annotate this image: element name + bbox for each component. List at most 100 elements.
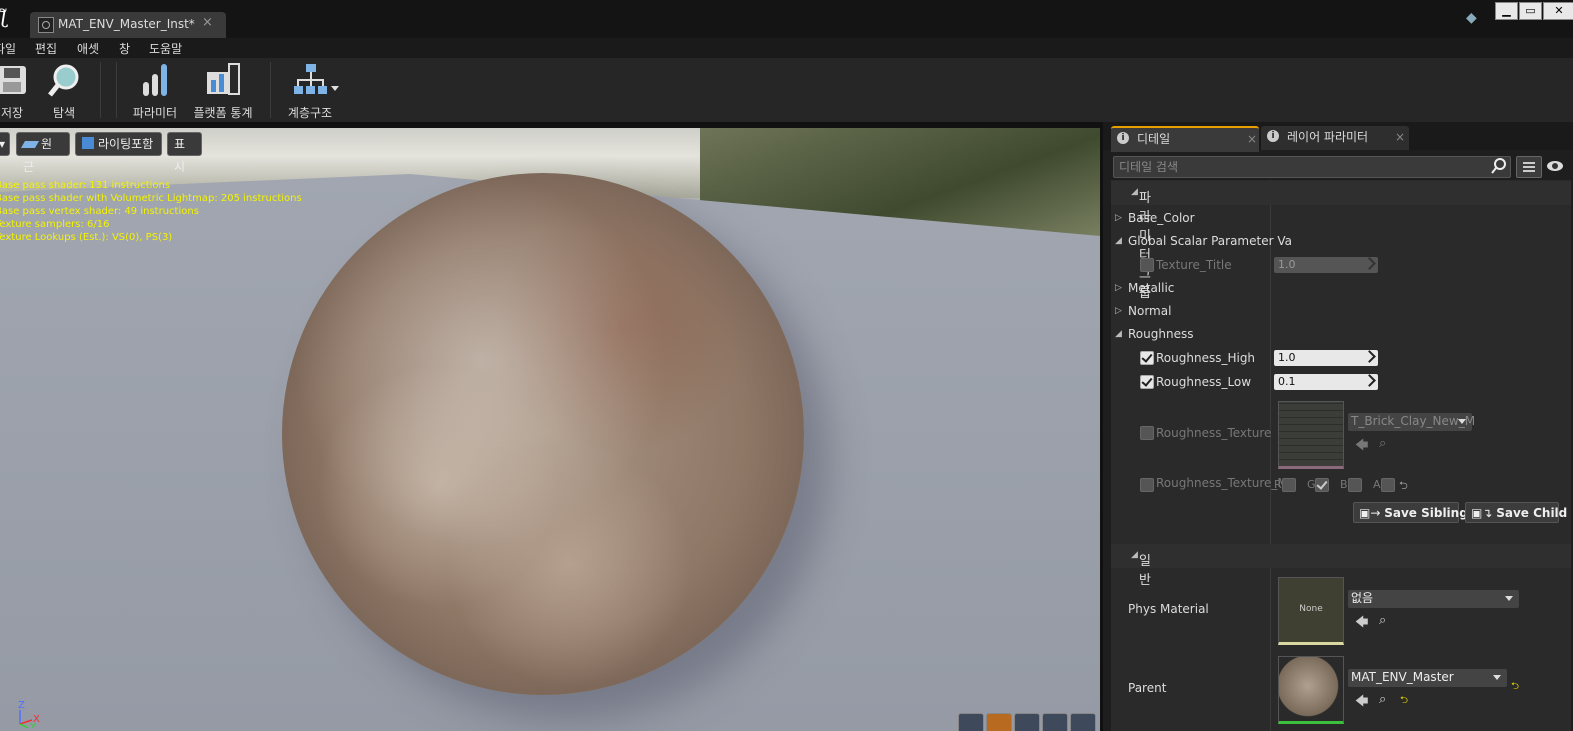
- perspective-icon: [20, 141, 40, 148]
- view-options-button[interactable]: [1516, 156, 1542, 178]
- phys-material-combo[interactable]: 없음: [1348, 590, 1519, 608]
- save-child-button[interactable]: ▣↴ Save Child: [1465, 502, 1567, 523]
- menu-window[interactable]: 창: [119, 40, 130, 57]
- panel-tabs: i 디테일 × i 레이어 파라미터 ×: [1103, 122, 1573, 152]
- eye-icon[interactable]: [1546, 160, 1564, 172]
- unreal-logo-icon: ƪ: [0, 4, 7, 28]
- roughness-high-label: Roughness_High: [1156, 351, 1256, 365]
- channel-g-checkbox[interactable]: [1315, 478, 1329, 492]
- channel-r-checkbox[interactable]: [1282, 478, 1296, 492]
- viewport-options-button[interactable]: ▾: [0, 132, 10, 156]
- browse-button[interactable]: 탐색: [44, 62, 84, 120]
- hierarchy-dropdown-icon[interactable]: [331, 86, 339, 91]
- roughness-high-value[interactable]: 1.0: [1274, 350, 1378, 366]
- tab-close-icon[interactable]: ×: [202, 15, 213, 30]
- save-label: 저장: [0, 106, 24, 120]
- group-parameter-header[interactable]: ◢ 파라미터 그룹: [1111, 181, 1571, 301]
- preview-cube-icon[interactable]: [1042, 713, 1068, 731]
- menu-edit[interactable]: 편집: [35, 40, 57, 57]
- tab-layer-parameters[interactable]: i 레이어 파라미터 ×: [1261, 126, 1409, 150]
- roughness-texture-checkbox[interactable]: [1140, 426, 1154, 440]
- roughness-label[interactable]: Roughness: [1128, 327, 1193, 341]
- preview-plane-icon[interactable]: [1014, 713, 1040, 731]
- parent-material-thumbnail[interactable]: [1278, 656, 1344, 724]
- column-divider[interactable]: [1270, 180, 1271, 731]
- channel-a-checkbox[interactable]: [1381, 478, 1395, 492]
- reset-to-default-icon[interactable]: ⮌: [1400, 693, 1408, 710]
- preview-mesh-icon[interactable]: [1070, 713, 1096, 731]
- expand-arrow-icon[interactable]: ▷: [1115, 306, 1122, 316]
- stat-line: Texture Lookups (Est.): VS(0), PS(3): [0, 232, 173, 243]
- roughness-high-checkbox[interactable]: [1140, 351, 1154, 365]
- reset-to-default-icon[interactable]: ⮌: [1511, 679, 1519, 696]
- texture-title-value-text: 1.0: [1278, 258, 1296, 271]
- maximize-button[interactable]: ▭: [1519, 2, 1542, 20]
- parameters-icon: [137, 62, 173, 98]
- show-button[interactable]: 표시: [167, 132, 202, 174]
- roughness-low-value[interactable]: 0.1: [1274, 374, 1378, 390]
- stat-line: Base pass shader: 131 instructions: [0, 180, 171, 191]
- drag-arrow-icon: [1363, 350, 1376, 363]
- save-disk-icon: ▣→: [1359, 506, 1385, 520]
- preview-sphere-icon[interactable]: [986, 713, 1012, 731]
- use-selected-arrow-icon[interactable]: 🡄: [1355, 436, 1368, 458]
- tab-details[interactable]: i 디테일 ×: [1111, 126, 1259, 152]
- parent-material-combo[interactable]: MAT_ENV_Master: [1348, 669, 1507, 687]
- show-label: 표시: [174, 137, 186, 174]
- reset-icon[interactable]: ⮌: [1399, 477, 1408, 496]
- parameters-button[interactable]: 파라미터: [130, 62, 180, 120]
- lit-cube-icon: [82, 137, 94, 149]
- global-scalar-label[interactable]: Global Scalar Parameter Va: [1128, 234, 1292, 248]
- texture-title-value[interactable]: 1.0: [1274, 257, 1378, 273]
- roughness-texture-asset-text: T_Brick_Clay_New_M: [1351, 414, 1476, 428]
- hierarchy-button[interactable]: 계층구조: [282, 62, 338, 120]
- roughness-texture-m-checkbox[interactable]: [1140, 478, 1154, 492]
- group-general-header[interactable]: ◢ 일반: [1111, 544, 1571, 588]
- perspective-button[interactable]: 원근: [16, 132, 70, 174]
- save-button[interactable]: 저장: [0, 62, 30, 120]
- roughness-low-value-text: 0.1: [1278, 375, 1296, 388]
- browse-search-icon[interactable]: ⌕: [1379, 692, 1386, 707]
- texture-title-label: Texture_Title: [1156, 258, 1232, 272]
- menu-help[interactable]: 도움말: [149, 40, 182, 57]
- metallic-label[interactable]: Metallic: [1128, 281, 1174, 295]
- axis-y-label: Y: [29, 722, 37, 728]
- info-icon: i: [1117, 132, 1129, 144]
- document-tab[interactable]: MAT_ENV_Master_Inst* ×: [30, 12, 226, 38]
- preview-sphere: [282, 173, 804, 695]
- save-sibling-button[interactable]: ▣→ Save Sibling: [1353, 502, 1468, 523]
- close-window-button[interactable]: ✕: [1543, 2, 1573, 20]
- menu-file[interactable]: 파일: [0, 40, 16, 57]
- toolbar-separator: [270, 62, 271, 118]
- search-icon: [46, 62, 82, 98]
- collapse-arrow-icon[interactable]: ◢: [1115, 236, 1122, 246]
- phys-material-thumbnail[interactable]: None: [1278, 577, 1344, 645]
- menu-asset[interactable]: 애셋: [77, 40, 99, 57]
- expand-arrow-icon[interactable]: ▷: [1115, 283, 1122, 293]
- preview-cylinder-icon[interactable]: [958, 713, 984, 731]
- channel-b-checkbox[interactable]: [1348, 478, 1362, 492]
- tab-close-icon[interactable]: ×: [1395, 126, 1405, 148]
- learn-icon[interactable]: ◆: [1466, 10, 1482, 26]
- drag-arrow-icon: [1363, 257, 1376, 270]
- lit-mode-button[interactable]: 라이팅포함: [75, 132, 162, 156]
- normal-label[interactable]: Normal: [1128, 304, 1171, 318]
- tab-close-icon[interactable]: ×: [1247, 128, 1257, 150]
- roughness-texture-asset-combo[interactable]: T_Brick_Clay_New_M: [1348, 413, 1476, 431]
- tab-details-label: 디테일: [1137, 132, 1171, 146]
- collapse-arrow-icon[interactable]: ◢: [1115, 329, 1122, 339]
- roughness-low-label: Roughness_Low: [1156, 375, 1252, 389]
- expand-arrow-icon[interactable]: ▷: [1115, 213, 1122, 223]
- roughness-texture-m-label: Roughness_Texture_M: [1156, 476, 1288, 490]
- toolbar: 저장 탐색 파라미터 플랫폼 통계 계층구조: [0, 58, 1573, 122]
- roughness-low-checkbox[interactable]: [1140, 375, 1154, 389]
- platform-stats-button[interactable]: 플랫폼 통계: [190, 62, 256, 120]
- use-selected-arrow-icon[interactable]: 🡄: [1355, 692, 1368, 714]
- texture-title-checkbox[interactable]: [1140, 258, 1154, 272]
- browse-search-icon[interactable]: ⌕: [1379, 613, 1386, 628]
- base-color-label[interactable]: Base_Color: [1128, 211, 1195, 225]
- roughness-texture-thumbnail[interactable]: [1278, 401, 1344, 469]
- minimize-button[interactable]: ▁: [1495, 2, 1518, 20]
- use-selected-arrow-icon[interactable]: 🡄: [1355, 613, 1368, 635]
- browse-search-icon[interactable]: ⌕: [1379, 436, 1386, 451]
